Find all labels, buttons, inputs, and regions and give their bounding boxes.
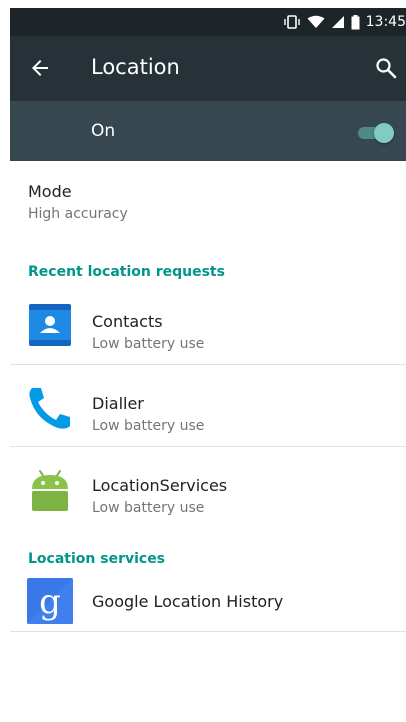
wifi-icon — [307, 15, 325, 28]
search-icon[interactable] — [374, 56, 398, 80]
status-icons: 13:45 — [283, 14, 406, 30]
google-location-history-title: Google Location History — [92, 592, 284, 611]
list-item-google-location-history[interactable]: g Google Location History — [10, 574, 406, 632]
cell-signal-icon — [331, 16, 344, 28]
back-arrow-icon[interactable] — [28, 56, 52, 80]
location-master-switch-bar[interactable]: On — [10, 101, 406, 161]
dialler-subtitle: Low battery use — [92, 418, 205, 434]
divider — [10, 631, 406, 632]
battery-icon — [351, 14, 360, 29]
phone-icon — [29, 388, 70, 429]
list-item-dialler[interactable]: Dialler Low battery use — [10, 366, 406, 448]
location-services-header: Location services — [28, 551, 166, 567]
status-time: 13:45 — [365, 14, 406, 30]
android-icon — [32, 470, 68, 511]
locationservices-subtitle: Low battery use — [92, 500, 205, 516]
page-title: Location — [91, 55, 180, 79]
settings-screen: 13:45 Location On Mode High accuracy Rec… — [10, 8, 406, 722]
master-switch-label: On — [91, 121, 116, 141]
contacts-subtitle: Low battery use — [92, 336, 205, 352]
list-item-locationservices[interactable]: LocationServices Low battery use — [10, 448, 406, 530]
status-bar: 13:45 — [10, 8, 406, 36]
svg-text:g: g — [39, 582, 61, 622]
locationservices-title: LocationServices — [92, 476, 228, 495]
vibrate-icon — [283, 15, 300, 29]
mode-preference[interactable] — [10, 161, 406, 241]
contacts-title: Contacts — [92, 312, 163, 331]
mode-value: High accuracy — [28, 206, 128, 222]
google-icon: g — [27, 578, 73, 624]
dialler-title: Dialler — [92, 394, 144, 413]
location-toggle[interactable] — [356, 121, 394, 143]
divider — [10, 364, 406, 365]
mode-title: Mode — [28, 182, 72, 201]
divider — [10, 446, 406, 447]
list-item-contacts[interactable]: Contacts Low battery use — [10, 284, 406, 366]
contacts-icon — [29, 304, 71, 346]
toggle-thumb — [374, 123, 394, 143]
toolbar: Location — [10, 36, 406, 101]
recent-requests-header: Recent location requests — [28, 264, 225, 280]
